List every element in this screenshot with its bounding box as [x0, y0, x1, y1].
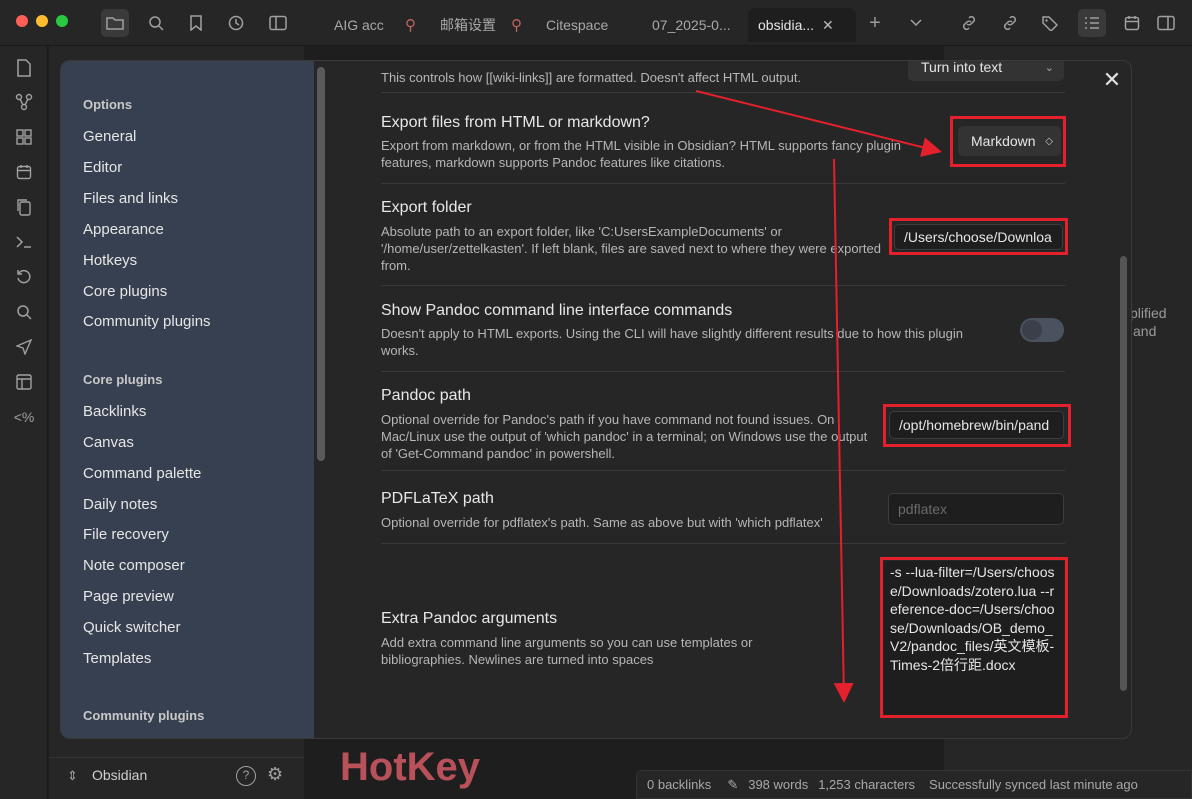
sync-status[interactable]: Successfully synced last minute ago [929, 777, 1138, 792]
character-count: 1,253 characters [818, 777, 916, 792]
send-icon[interactable] [12, 335, 36, 359]
status-bar: 0 backlinks ✎ 398 words 1,253 characters… [636, 770, 1192, 799]
close-window-button[interactable] [16, 15, 28, 27]
left-ribbon: <% [0, 46, 48, 799]
word-count: 398 words [748, 777, 809, 792]
tab-label: 07_2025-0... [652, 17, 731, 33]
vault-switcher-bar: ⇕ ? ⚙ [49, 757, 304, 799]
pin-icon: ⚲ [405, 17, 416, 34]
sidebar-toggle-icon[interactable] [264, 9, 292, 37]
clock-icon[interactable] [222, 9, 250, 37]
calendar-icon[interactable] [1118, 9, 1146, 37]
terminal-icon[interactable] [12, 230, 36, 254]
history-icon[interactable] [12, 265, 36, 289]
tab-journal[interactable]: 07_2025-0... [652, 8, 742, 42]
arrow-to-export-select [695, 90, 942, 157]
search-icon[interactable] [142, 9, 170, 37]
folder-icon[interactable] [101, 9, 129, 37]
link-out-icon[interactable] [996, 9, 1024, 37]
tags-icon[interactable] [1036, 9, 1064, 37]
background-text: plified [1130, 305, 1167, 321]
tab-label: AIG acc [334, 17, 384, 33]
layout-icon[interactable] [12, 370, 36, 394]
tab-aig[interactable]: AIG acc [334, 8, 404, 42]
tab-email-settings[interactable]: 邮箱设置 [440, 8, 510, 42]
bookmark-icon[interactable] [182, 9, 210, 37]
minimize-window-button[interactable] [36, 15, 48, 27]
outline-icon[interactable] [1078, 9, 1106, 37]
chevron-down-icon[interactable] [902, 9, 930, 37]
settings-modal: Options General Editor Files and links A… [60, 60, 1132, 739]
tab-obsidian[interactable]: obsidia... ✕ [748, 8, 856, 42]
pin-icon: ⚲ [511, 17, 522, 34]
open-quick-note-icon[interactable] [12, 56, 36, 80]
backlinks-count[interactable]: 0 backlinks [647, 777, 711, 792]
help-icon[interactable]: ? [236, 766, 256, 786]
link-icon[interactable] [955, 9, 983, 37]
title-bar: AIG acc ⚲ 邮箱设置 ⚲ Citespace 07_2025-0... … [0, 0, 1192, 46]
gear-icon[interactable]: ⚙ [267, 764, 283, 785]
graph-view-icon[interactable] [12, 90, 36, 114]
background-heading: HotKey [340, 745, 481, 789]
right-sidebar-toggle-icon[interactable] [1152, 9, 1180, 37]
arrow-to-extra-args [833, 158, 854, 703]
zoom-window-button[interactable] [56, 15, 68, 27]
chevron-up-down-icon[interactable]: ⇕ [67, 768, 78, 784]
vault-name[interactable]: Obsidian [92, 767, 147, 783]
tab-label: 邮箱设置 [440, 17, 496, 33]
tab-label: Citespace [546, 17, 609, 33]
templater-icon[interactable]: <% [12, 405, 36, 429]
daily-note-calendar-icon[interactable] [12, 160, 36, 184]
pencil-icon[interactable]: ✎ [727, 777, 738, 793]
tab-label: obsidia... [758, 17, 815, 33]
annotation-arrows [695, 90, 942, 703]
search-icon[interactable] [12, 300, 36, 324]
background-text: and [1133, 323, 1157, 339]
new-tab-icon[interactable]: + [861, 9, 889, 37]
close-tab-icon[interactable]: ✕ [822, 17, 834, 34]
canvas-icon[interactable] [12, 125, 36, 149]
tab-citespace[interactable]: Citespace [546, 8, 636, 42]
copy-icon[interactable] [12, 195, 36, 219]
